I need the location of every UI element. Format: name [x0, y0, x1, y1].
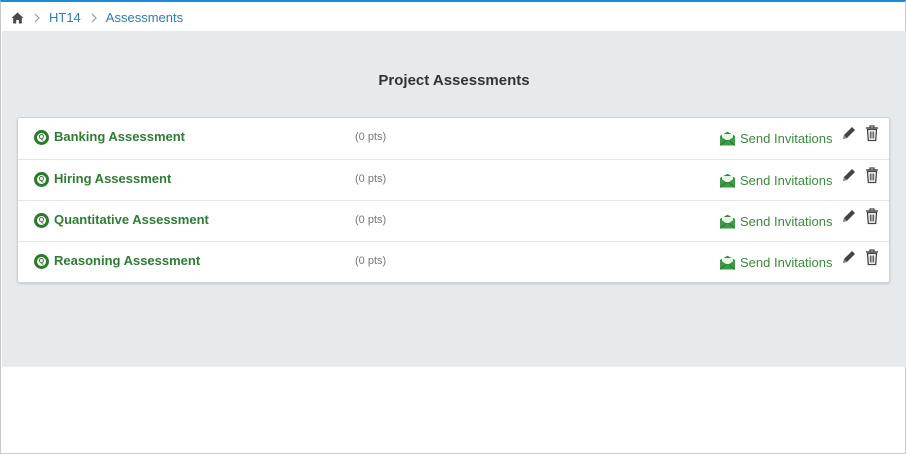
assessment-title[interactable]: Banking Assessment	[54, 129, 185, 144]
envelope-icon	[719, 255, 736, 270]
send-invitations-label: Send Invitations	[740, 254, 833, 270]
list-item: Q Reasoning Assessment (0 pts) Send Invi…	[18, 241, 889, 282]
quiz-icon: Q	[34, 130, 49, 145]
chevron-right-icon	[87, 11, 101, 25]
assessment-points: (0 pts)	[355, 173, 387, 185]
send-invitations-button[interactable]: Send Invitations	[719, 212, 833, 230]
quiz-icon: Q	[34, 254, 49, 269]
list-item: Q Hiring Assessment (0 pts) Send Invitat…	[18, 159, 889, 200]
send-invitations-button[interactable]: Send Invitations	[719, 171, 833, 189]
assessment-list: Q Banking Assessment (0 pts) Send Invita…	[17, 117, 890, 283]
breadcrumb-item-assessments[interactable]: Assessments	[106, 9, 183, 27]
app-frame: HT14 Assessments Project Assessments Q B…	[0, 0, 906, 454]
envelope-icon	[719, 214, 736, 229]
trash-icon[interactable]	[865, 166, 879, 184]
list-item: Q Banking Assessment (0 pts) Send Invita…	[18, 118, 889, 159]
send-invitations-button[interactable]: Send Invitations	[719, 129, 833, 147]
send-invitations-label: Send Invitations	[740, 130, 833, 146]
send-invitations-button[interactable]: Send Invitations	[719, 253, 833, 271]
assessment-title[interactable]: Reasoning Assessment	[54, 253, 200, 268]
pencil-icon[interactable]	[841, 208, 857, 224]
send-invitations-label: Send Invitations	[740, 213, 833, 229]
send-invitations-label: Send Invitations	[740, 172, 833, 188]
list-item: Q Quantitative Assessment (0 pts) Send I…	[18, 200, 889, 241]
home-icon[interactable]	[10, 11, 24, 25]
assessment-points: (0 pts)	[355, 131, 387, 143]
trash-icon[interactable]	[865, 248, 879, 266]
assessment-points: (0 pts)	[355, 255, 387, 267]
envelope-icon	[719, 131, 736, 146]
assessment-title[interactable]: Hiring Assessment	[54, 171, 171, 186]
assessment-title[interactable]: Quantitative Assessment	[54, 212, 209, 227]
breadcrumb: HT14 Assessments	[10, 9, 183, 27]
trash-icon[interactable]	[865, 124, 879, 142]
trash-icon[interactable]	[865, 207, 879, 225]
page-title: Project Assessments	[378, 72, 530, 89]
assessments-panel: Project Assessments Q Banking Assessment…	[2, 31, 906, 367]
pencil-icon[interactable]	[841, 249, 857, 265]
assessment-points: (0 pts)	[355, 214, 387, 226]
quiz-icon: Q	[34, 172, 49, 187]
chevron-right-icon	[30, 11, 44, 25]
pencil-icon[interactable]	[841, 125, 857, 141]
envelope-icon	[719, 173, 736, 188]
breadcrumb-item-ht14[interactable]: HT14	[49, 9, 81, 27]
quiz-icon: Q	[34, 213, 49, 228]
pencil-icon[interactable]	[841, 167, 857, 183]
